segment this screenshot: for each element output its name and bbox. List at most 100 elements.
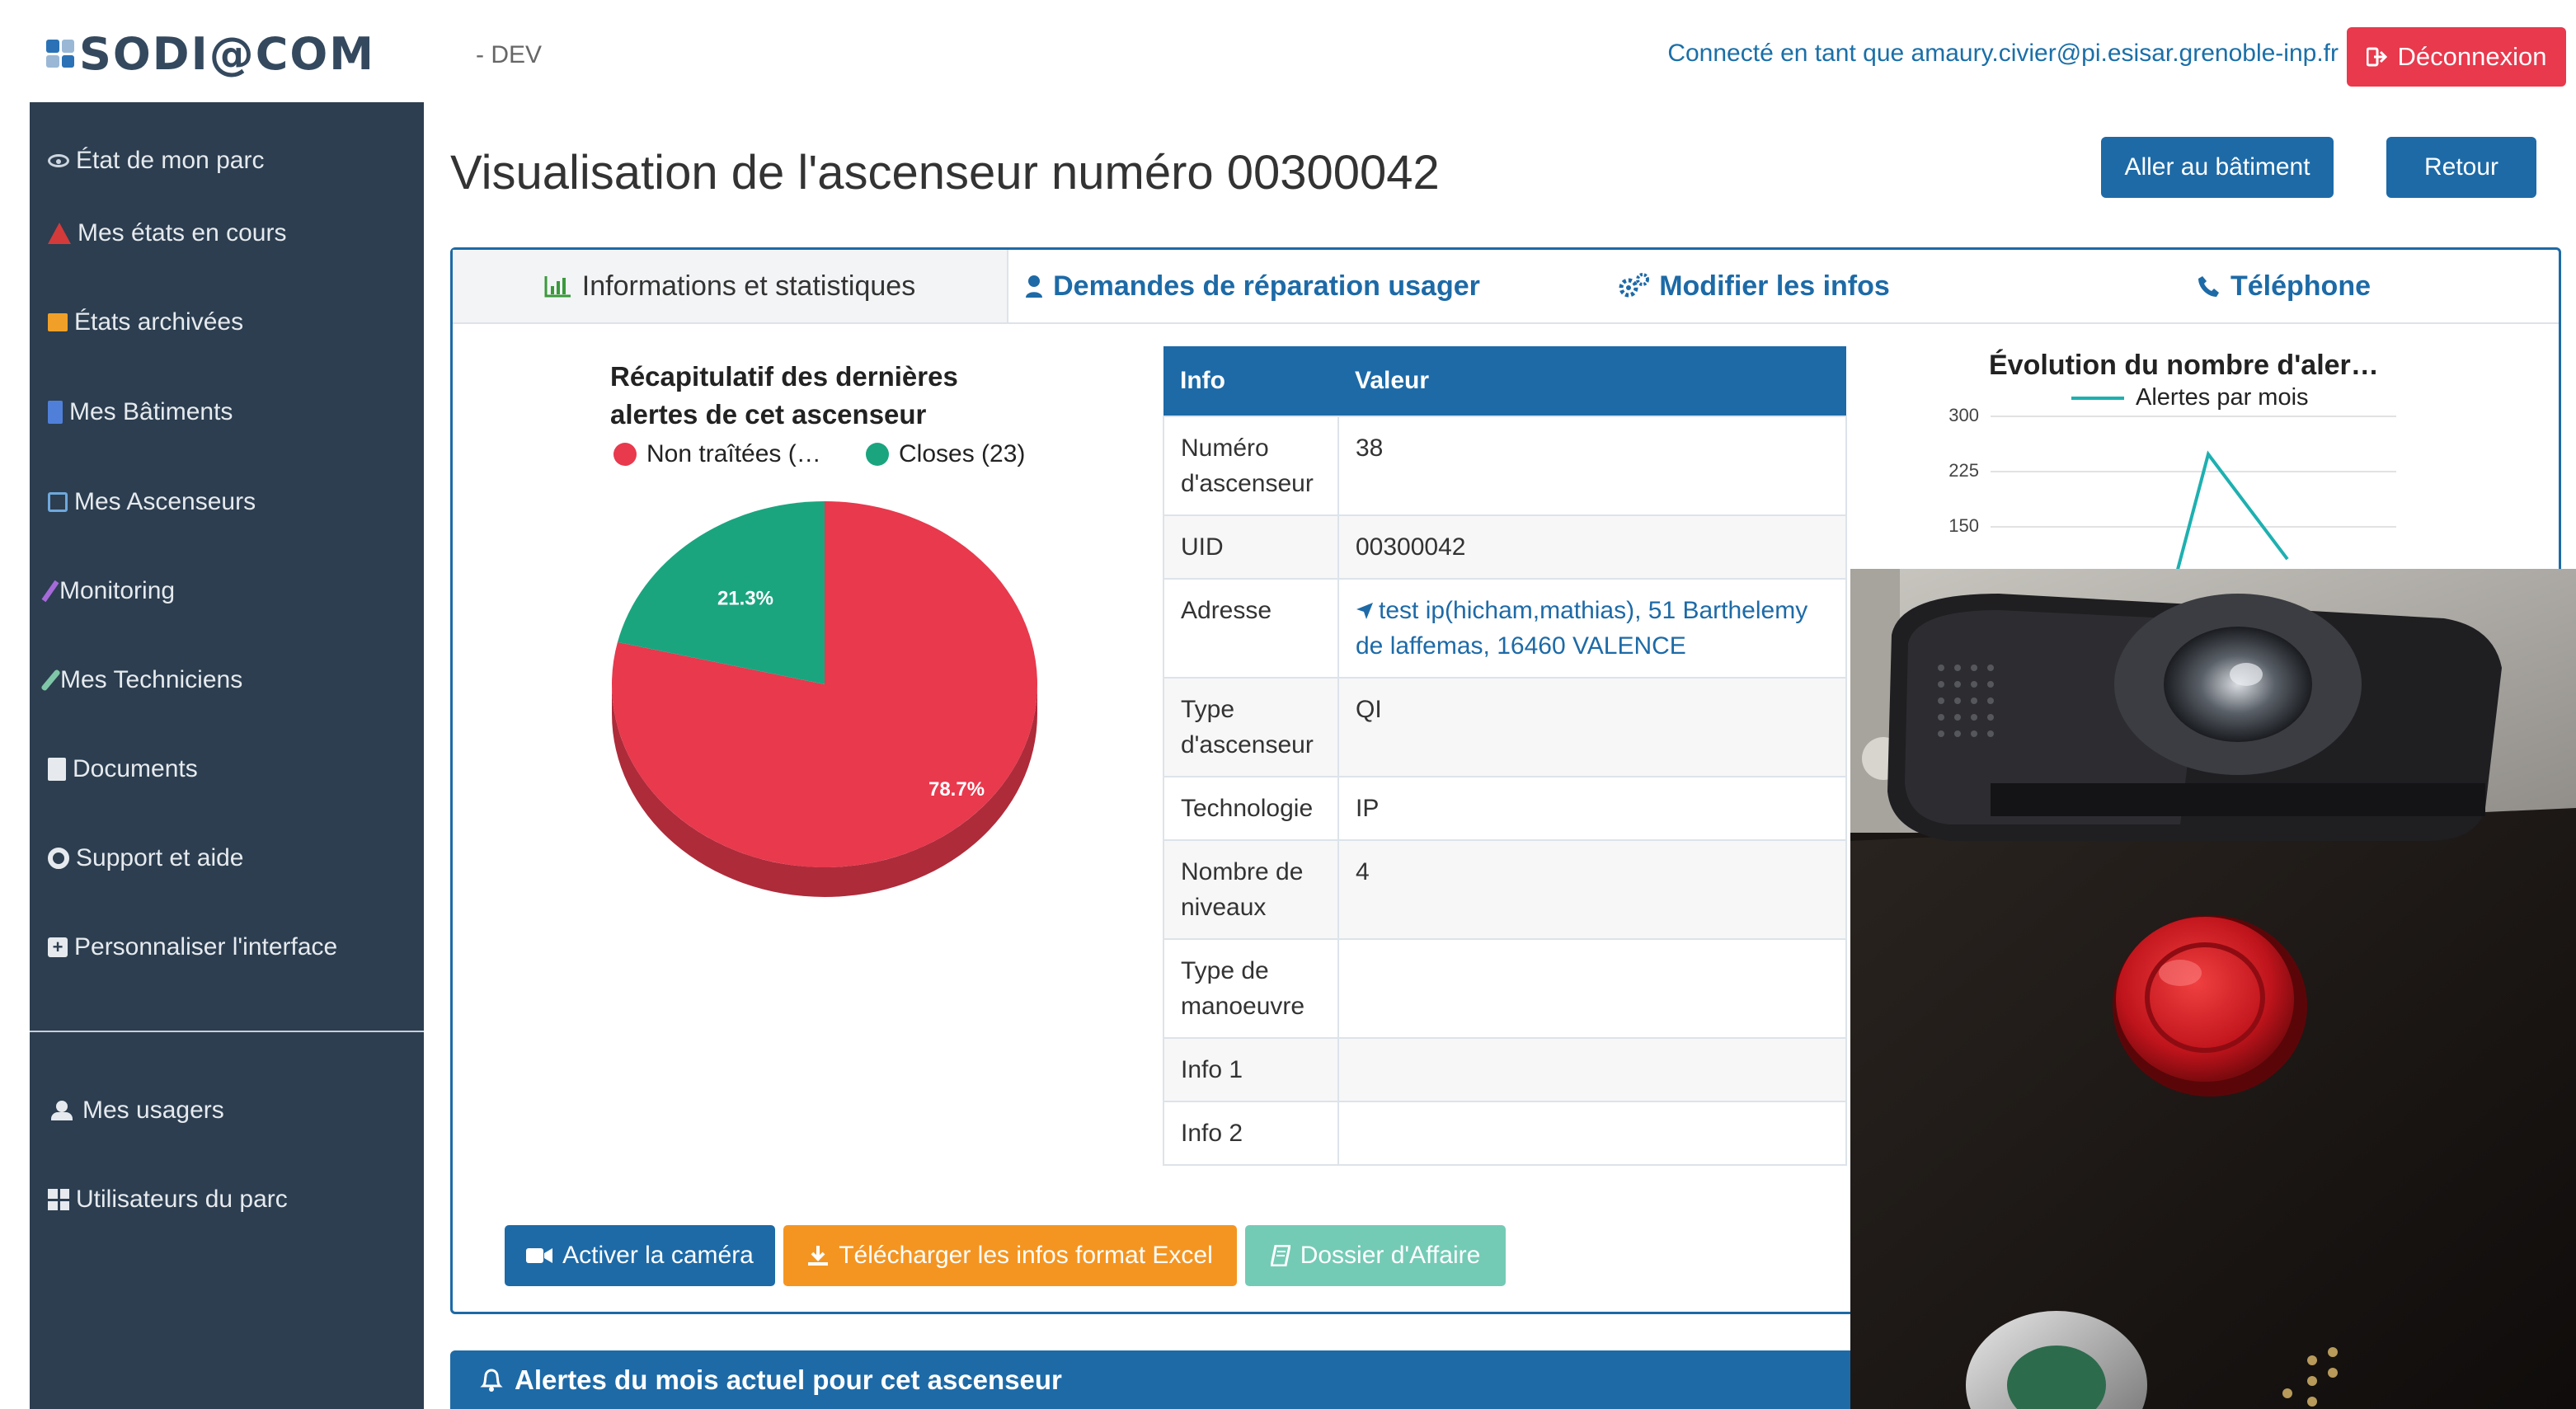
current-month-alerts-header[interactable]: Alertes du mois actuel pour cet ascenseu… xyxy=(450,1350,1885,1409)
sidebar-item-label: Mes Ascenseurs xyxy=(74,488,256,515)
dossier-affaire-button[interactable]: Dossier d'Affaire xyxy=(1245,1225,1506,1286)
legend-item-non-traitees[interactable]: Non traîtées (… xyxy=(613,440,821,468)
webcam-button-photo xyxy=(1850,569,2576,1409)
video-camera-icon xyxy=(526,1248,553,1263)
connected-user-text[interactable]: Connecté en tant que amaury.civier@pi.es… xyxy=(1667,40,2339,68)
row-key: Numéro d'ascenseur xyxy=(1163,416,1339,516)
dossier-button-label: Dossier d'Affaire xyxy=(1300,1242,1481,1269)
legend-label: Closes (23) xyxy=(899,440,1026,467)
pie-chart: 78.7% 21.3% xyxy=(612,501,1037,897)
tab-demandes[interactable]: Demandes de réparation usager xyxy=(1007,250,1498,322)
sidebar-item-parc[interactable]: État de mon parc xyxy=(48,147,264,175)
row-key: Type d'ascenseur xyxy=(1163,677,1339,777)
page-title: Visualisation de l'ascenseur numéro 0030… xyxy=(450,146,1440,200)
phone-icon xyxy=(2198,276,2219,297)
tab-bar: Informations et statistiques Demandes de… xyxy=(453,250,2559,324)
row-key: Technologie xyxy=(1163,776,1339,841)
y-tick-label: 300 xyxy=(1948,405,1979,425)
book-icon xyxy=(1270,1245,1290,1266)
row-key: Nombre de niveaux xyxy=(1163,839,1339,940)
sidebar-item-label: Mes usagers xyxy=(82,1097,224,1124)
row-value: 38 xyxy=(1337,416,1847,516)
sodiacom-logo[interactable]: SODI@COM xyxy=(46,25,375,82)
activate-camera-button[interactable]: Activer la caméra xyxy=(505,1225,775,1286)
sidebar-item-documents[interactable]: Documents xyxy=(48,755,198,783)
table-row: Technologie IP xyxy=(1163,776,1847,841)
tab-telephone[interactable]: Téléphone xyxy=(2010,250,2559,322)
sidebar-item-batiments[interactable]: Mes Bâtiments xyxy=(48,398,233,426)
sidebar-item-label: Documents xyxy=(73,755,198,782)
row-value: 00300042 xyxy=(1337,514,1847,580)
back-button[interactable]: Retour xyxy=(2386,137,2536,198)
legend-label: Non traîtées (… xyxy=(646,440,821,467)
header-valeur: Valeur xyxy=(1338,346,1846,416)
sidebar-item-monitoring[interactable]: Monitoring xyxy=(41,577,176,605)
sidebar-item-label: Personnaliser l'interface xyxy=(74,933,338,960)
alerts-bar-label: Alertes du mois actuel pour cet ascenseu… xyxy=(515,1364,1062,1395)
sidebar-item-label: Support et aide xyxy=(76,844,244,871)
address-link[interactable]: test ip(hicham,mathias), 51 Barthelemy d… xyxy=(1356,597,1807,660)
excel-button-label: Télécharger les infos format Excel xyxy=(839,1242,1213,1269)
line-chart-title: Évolution du nombre d'aler… xyxy=(1989,350,2379,381)
sidebar-item-etats-archives[interactable]: États archivées xyxy=(48,308,243,336)
top-bar: SODI@COM - DEV Connecté en tant que amau… xyxy=(0,0,2576,102)
bar-chart-icon xyxy=(544,276,571,298)
row-value: QI xyxy=(1337,677,1847,777)
row-value: test ip(hicham,mathias), 51 Barthelemy d… xyxy=(1337,578,1847,679)
sidebar-item-techniciens[interactable]: Mes Techniciens xyxy=(40,666,243,694)
magic-wand-icon xyxy=(41,580,59,603)
legend-item-closes[interactable]: Closes (23) xyxy=(866,440,1025,468)
wrench-icon xyxy=(40,669,61,692)
table-header-row: Info Valeur xyxy=(1163,346,1846,416)
table-row: Adresse test ip(hicham,mathias), 51 Bart… xyxy=(1163,578,1847,679)
camera-button-label: Activer la caméra xyxy=(562,1242,754,1269)
sidebar-item-label: États archivées xyxy=(74,308,244,336)
pie-slice-label: 21.3% xyxy=(717,588,773,610)
y-tick-label: 150 xyxy=(1948,515,1979,536)
eye-icon xyxy=(48,154,69,167)
table-row: UID 00300042 xyxy=(1163,514,1847,580)
tab-modifier[interactable]: Modifier les infos xyxy=(1498,250,2010,322)
pie-chart-title: Récapitulatif des dernières alertes de c… xyxy=(610,361,958,430)
user-icon xyxy=(1026,275,1043,298)
table-row: Info 1 xyxy=(1163,1037,1847,1102)
life-ring-icon xyxy=(48,848,69,869)
row-value xyxy=(1337,938,1847,1039)
sidebar-item-label: Mes états en cours xyxy=(78,219,287,247)
elevator-icon xyxy=(48,492,68,512)
tab-label: Demandes de réparation usager xyxy=(1053,270,1480,302)
row-value xyxy=(1337,1101,1847,1166)
header-info: Info xyxy=(1163,346,1338,416)
legend-marker xyxy=(866,443,889,466)
sidebar-item-label: Monitoring xyxy=(59,577,176,604)
file-icon xyxy=(48,758,66,781)
building-icon xyxy=(48,401,63,424)
logo-text: SODI@COM xyxy=(79,27,375,80)
sidebar-item-personnaliser[interactable]: + Personnaliser l'interface xyxy=(48,933,337,961)
download-excel-button[interactable]: Télécharger les infos format Excel xyxy=(783,1225,1237,1286)
table-row: Nombre de niveaux 4 xyxy=(1163,839,1847,940)
sidebar-item-etats-en-cours[interactable]: Mes états en cours xyxy=(48,219,286,247)
grid-icon xyxy=(48,1189,69,1210)
table-row: Type de manoeuvre xyxy=(1163,938,1847,1039)
tab-informations[interactable]: Informations et statistiques xyxy=(453,250,1008,322)
y-tick-label: 225 xyxy=(1948,460,1979,481)
row-key: Info 2 xyxy=(1163,1101,1339,1166)
table-row: Numéro d'ascenseur 38 xyxy=(1163,416,1847,516)
sign-out-icon xyxy=(2366,47,2387,67)
tab-label: Informations et statistiques xyxy=(581,270,916,302)
row-value: 4 xyxy=(1337,839,1847,940)
sidebar-item-label: Mes Techniciens xyxy=(60,666,243,693)
sidebar-item-utilisateurs[interactable]: Utilisateurs du parc xyxy=(48,1186,288,1214)
logout-button[interactable]: Déconnexion xyxy=(2347,27,2566,87)
sidebar-item-ascenseurs[interactable]: Mes Ascenseurs xyxy=(48,488,256,516)
sidebar-item-usagers[interactable]: Mes usagers xyxy=(48,1097,224,1125)
row-value: IP xyxy=(1337,776,1847,841)
goto-building-button[interactable]: Aller au bâtiment xyxy=(2101,137,2334,198)
sidebar-item-support[interactable]: Support et aide xyxy=(48,844,243,872)
address-text: test ip(hicham,mathias), 51 Barthelemy d… xyxy=(1356,597,1808,660)
row-key: Info 1 xyxy=(1163,1037,1339,1102)
pie-slice-label: 78.7% xyxy=(928,778,985,801)
legend-marker xyxy=(613,443,637,466)
table-row: Info 2 xyxy=(1163,1101,1847,1166)
